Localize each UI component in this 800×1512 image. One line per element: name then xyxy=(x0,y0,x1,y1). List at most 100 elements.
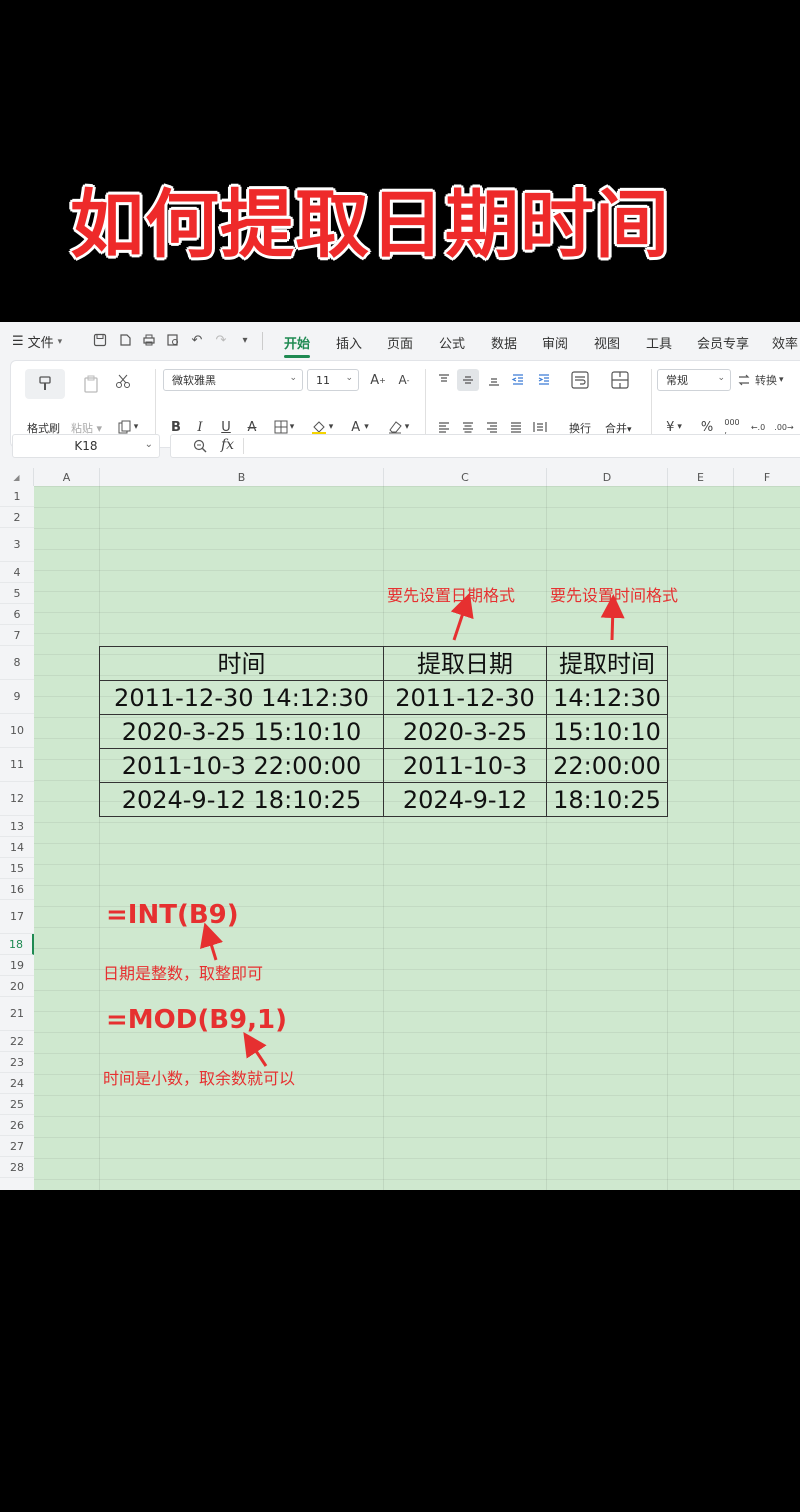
column-header-f[interactable]: F xyxy=(734,468,800,486)
tab-member[interactable]: 会员专享 xyxy=(697,333,749,352)
select-all-corner[interactable]: ◢ xyxy=(0,468,34,486)
table-cell[interactable]: 2011-12-30 xyxy=(383,680,547,715)
row-header-2[interactable]: 2 xyxy=(0,507,34,528)
wrap-text-icon[interactable] xyxy=(567,367,593,393)
header-cell[interactable]: 提取日期 xyxy=(383,646,547,681)
table-cell[interactable]: 14:12:30 xyxy=(546,680,668,715)
row-header-23[interactable]: 23 xyxy=(0,1052,34,1073)
gridline xyxy=(383,486,384,1190)
row-header-27[interactable]: 27 xyxy=(0,1136,34,1157)
convert-button[interactable]: 转换 ▾ xyxy=(737,369,800,391)
column-header-c[interactable]: C xyxy=(384,468,547,486)
header-cell[interactable]: 提取时间 xyxy=(546,646,668,681)
chevron-down-icon: ⌄ xyxy=(345,373,353,383)
align-middle-icon[interactable] xyxy=(457,369,479,391)
table-cell[interactable]: 2011-10-3 22:00:00 xyxy=(99,748,384,783)
quick-access-more-icon[interactable]: ▾ xyxy=(235,330,255,350)
table-cell[interactable]: 2024-9-12 18:10:25 xyxy=(99,782,384,817)
spreadsheet-app-window: ☰ 文件 ▾ ↶ ↷ ▾ 开始 插入 页面 公式 数据 审阅 视图 工具 会员专… xyxy=(0,322,800,1190)
align-top-icon[interactable] xyxy=(433,369,455,391)
row-header-3[interactable]: 3 xyxy=(0,528,34,562)
row-header-12[interactable]: 12 xyxy=(0,782,34,816)
row-header-6[interactable]: 6 xyxy=(0,604,34,625)
row-header-8[interactable]: 8 xyxy=(0,646,34,680)
brush-icon xyxy=(39,376,51,390)
table-cell[interactable]: 2011-12-30 14:12:30 xyxy=(99,680,384,715)
tab-home[interactable]: 开始 xyxy=(284,333,311,358)
format-painter-button[interactable] xyxy=(25,369,65,399)
row-header-15[interactable]: 15 xyxy=(0,858,34,879)
number-format-select[interactable]: 常规 ⌄ xyxy=(657,369,731,391)
decrease-indent-icon[interactable] xyxy=(507,369,529,391)
row-header-17[interactable]: 17 xyxy=(0,900,34,934)
row-header-20[interactable]: 20 xyxy=(0,976,34,997)
fx-icon[interactable]: fx xyxy=(221,437,234,453)
date-note-arrow xyxy=(450,592,474,641)
export-icon[interactable] xyxy=(115,330,135,350)
column-header-d[interactable]: D xyxy=(547,468,668,486)
row-header-9[interactable]: 9 xyxy=(0,680,34,714)
font-size-select[interactable]: 11 ⌄ xyxy=(307,369,359,391)
table-cell[interactable]: 2020-3-25 15:10:10 xyxy=(99,714,384,749)
paste-button[interactable] xyxy=(77,369,105,399)
row-header-13[interactable]: 13 xyxy=(0,816,34,837)
table-cell[interactable]: 2024-9-12 xyxy=(383,782,547,817)
align-bottom-icon[interactable] xyxy=(483,369,505,391)
formula-input[interactable]: fx xyxy=(170,434,800,458)
row-header-4[interactable]: 4 xyxy=(0,562,34,583)
gridline xyxy=(99,486,100,1190)
tab-tools[interactable]: 工具 xyxy=(646,333,672,352)
tab-efficiency[interactable]: 效率 xyxy=(772,333,798,352)
row-header-5[interactable]: 5 xyxy=(0,583,34,604)
print-icon[interactable] xyxy=(139,330,159,350)
save-icon[interactable] xyxy=(90,330,110,350)
row-header-28[interactable]: 28 xyxy=(0,1157,34,1178)
print-preview-icon[interactable] xyxy=(163,330,183,350)
table-cell[interactable]: 2011-10-3 xyxy=(383,748,547,783)
row-header-14[interactable]: 14 xyxy=(0,837,34,858)
row-header-24[interactable]: 24 xyxy=(0,1073,34,1094)
decrease-font-icon[interactable]: A- xyxy=(393,369,415,391)
merge-cells-icon[interactable] xyxy=(607,367,633,393)
row-header-26[interactable]: 26 xyxy=(0,1115,34,1136)
undo-icon[interactable]: ↶ xyxy=(187,330,207,350)
chevron-down-icon: ▾ xyxy=(57,336,63,347)
table-cell[interactable]: 18:10:25 xyxy=(546,782,668,817)
tab-insert[interactable]: 插入 xyxy=(336,333,362,352)
header-cell[interactable]: 时间 xyxy=(99,646,384,681)
row-header-16[interactable]: 16 xyxy=(0,879,34,900)
column-header-e[interactable]: E xyxy=(668,468,734,486)
file-menu[interactable]: ☰ 文件 ▾ xyxy=(12,332,62,351)
increase-indent-icon[interactable] xyxy=(533,369,555,391)
tab-review[interactable]: 审阅 xyxy=(542,333,568,352)
column-header-a[interactable]: A xyxy=(34,468,100,486)
increase-font-icon[interactable]: A + xyxy=(367,369,389,391)
zoom-icon[interactable] xyxy=(193,438,207,457)
cut-icon[interactable] xyxy=(111,369,135,393)
tab-data[interactable]: 数据 xyxy=(491,333,517,352)
row-header-25[interactable]: 25 xyxy=(0,1094,34,1115)
convert-icon xyxy=(738,374,750,386)
row-header-7[interactable]: 7 xyxy=(0,625,34,646)
column-header-b[interactable]: B xyxy=(100,468,384,486)
row-header-11[interactable]: 11 xyxy=(0,748,34,782)
row-header-18[interactable]: 18 xyxy=(0,934,34,955)
table-cell[interactable]: 15:10:10 xyxy=(546,714,668,749)
redo-icon[interactable]: ↷ xyxy=(211,330,231,350)
table-cell[interactable]: 22:00:00 xyxy=(546,748,668,783)
tab-formulas[interactable]: 公式 xyxy=(439,333,465,352)
worksheet-grid[interactable]: 时间 提取日期 提取时间 2011-12-30 14:12:30 2011-12… xyxy=(34,486,800,1190)
row-header-22[interactable]: 22 xyxy=(0,1031,34,1052)
row-header-10[interactable]: 10 xyxy=(0,714,34,748)
font-name-value: 微软雅黑 xyxy=(172,374,216,387)
name-box[interactable]: K18 ⌄ xyxy=(12,434,160,458)
font-name-select[interactable]: 微软雅黑 ⌄ xyxy=(163,369,303,391)
row-header-19[interactable]: 19 xyxy=(0,955,34,976)
formula-separator xyxy=(243,438,244,454)
table-cell[interactable]: 2020-3-25 xyxy=(383,714,547,749)
tab-page[interactable]: 页面 xyxy=(387,333,413,352)
mod-formula-text: =MOD(B9,1) xyxy=(106,1005,287,1035)
tab-view[interactable]: 视图 xyxy=(594,333,620,352)
row-header-21[interactable]: 21 xyxy=(0,997,34,1031)
row-header-1[interactable]: 1 xyxy=(0,486,34,507)
